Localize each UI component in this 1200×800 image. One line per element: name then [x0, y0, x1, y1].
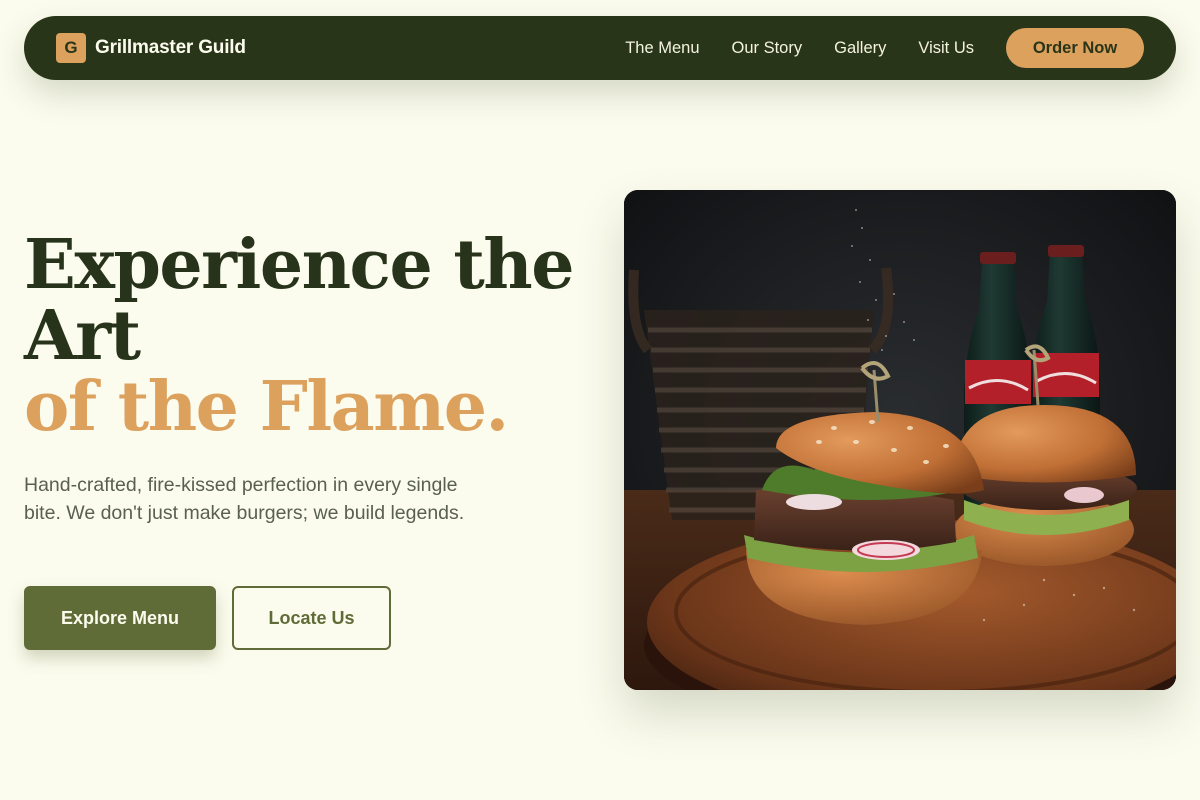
locate-us-button[interactable]: Locate Us [232, 586, 391, 650]
hero-title: Experience the Art of the Flame. [24, 230, 584, 443]
top-navigation-bar: G Grillmaster Guild The Menu Our Story G… [24, 16, 1176, 80]
hero-subtitle: Hand-crafted, fire-kissed perfection in … [24, 474, 465, 524]
brand-logo-badge: G [56, 33, 86, 63]
hero-title-line-1: Experience the Art [24, 225, 575, 376]
hero-title-line-2: of the Flame. [24, 367, 509, 447]
nav-link-gallery[interactable]: Gallery [834, 39, 886, 58]
explore-menu-button[interactable]: Explore Menu [24, 586, 216, 650]
nav-link-our-story[interactable]: Our Story [732, 39, 803, 58]
hero-burger-photo [624, 190, 1176, 690]
order-now-button[interactable]: Order Now [1006, 28, 1144, 68]
primary-navigation: The Menu Our Story Gallery Visit Us Orde… [625, 28, 1144, 68]
nav-link-visit-us[interactable]: Visit Us [918, 39, 974, 58]
brand[interactable]: G Grillmaster Guild [56, 33, 246, 63]
burger-photo-illustration [624, 190, 1176, 690]
brand-name: Grillmaster Guild [95, 37, 246, 58]
nav-link-the-menu[interactable]: The Menu [625, 39, 699, 58]
